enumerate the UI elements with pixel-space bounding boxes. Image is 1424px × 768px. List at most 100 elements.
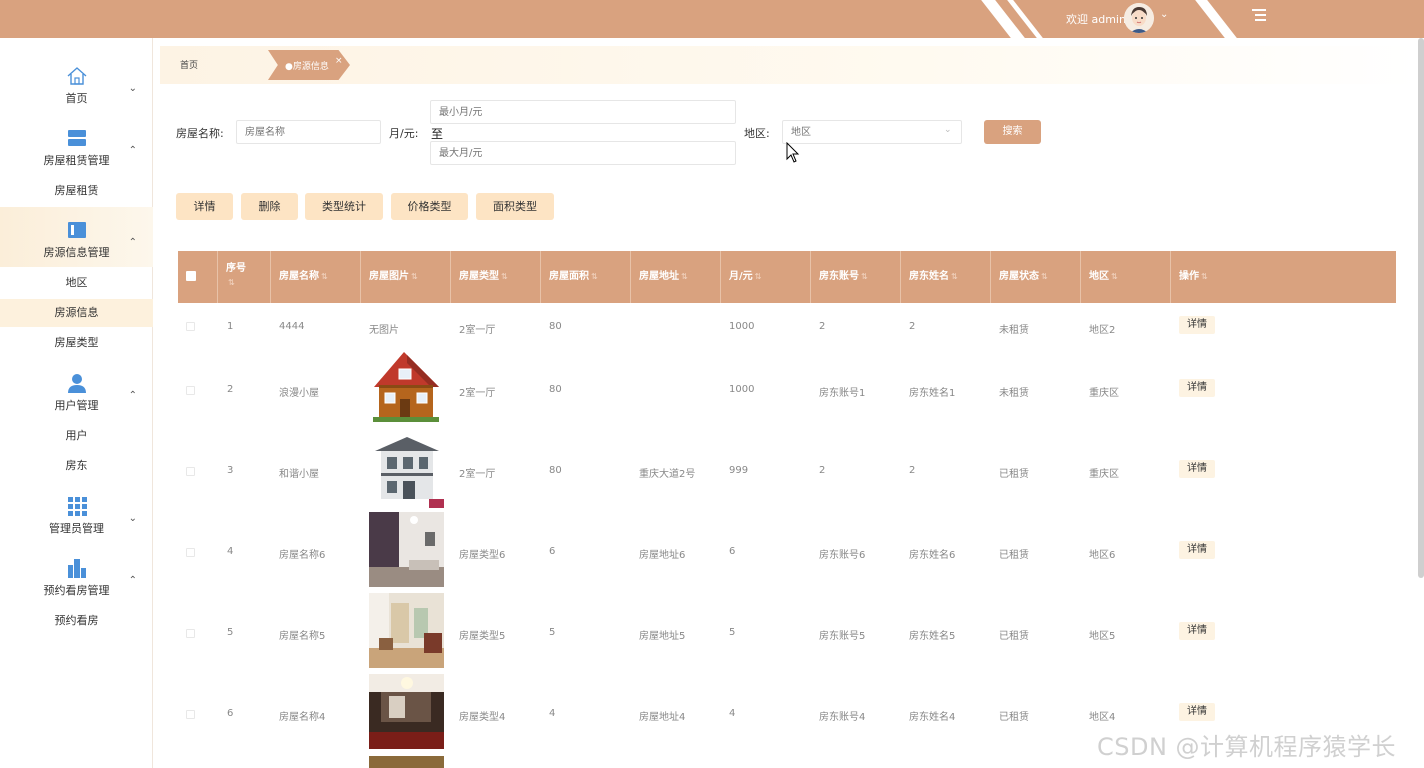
cell-owner: 房东姓名4 [909,712,956,723]
cell-status: 已租赁 [999,469,1029,480]
room-image [369,593,444,668]
column-header-image[interactable]: 房屋图片 ⇅ [361,251,451,303]
menu-toggle-icon[interactable] [1252,9,1268,23]
chevron-down-icon: ⌄ [128,513,137,524]
sidebar-group-users[interactable]: 用户管理 ⌃ [0,372,153,413]
chevron-up-icon: ⌃ [128,237,137,248]
column-header-action: 操作 ⇅ [1179,271,1208,282]
area-type-button[interactable]: 面积类型 [476,193,554,220]
sidebar-item-rental[interactable]: 房屋租赁 [0,177,153,205]
breadcrumb-current[interactable]: ●房源信息 [285,59,329,72]
row-checkbox[interactable] [186,322,195,331]
cell-type: 房屋类型5 [459,631,506,642]
cell-name: 4444 [279,321,305,332]
row-detail-button[interactable]: 详情 [1179,460,1215,478]
user-icon [67,374,86,393]
column-header-area[interactable]: 房屋面积 ⇅ [541,251,631,303]
close-icon[interactable]: × [335,56,343,66]
cell-type: 房屋类型4 [459,712,506,723]
row-detail-button[interactable]: 详情 [1179,622,1215,640]
min-price-input[interactable] [430,100,736,124]
range-to-label: 至 [431,127,444,141]
cell-area: 80 [549,321,562,332]
column-header-owner[interactable]: 房东姓名 ⇅ [901,251,991,303]
breadcrumb: 首页 ●房源信息 × [160,46,1420,84]
price-label: 月/元: [389,127,419,140]
row-checkbox[interactable] [186,629,195,638]
row-checkbox[interactable] [186,386,195,395]
column-header-price[interactable]: 月/元 ⇅ [721,251,811,303]
sidebar-group-appointments[interactable]: 预约看房管理 ⌃ [0,557,153,598]
sidebar-item-landlord[interactable]: 房东 [0,452,153,480]
sidebar-item-listing-info[interactable]: 房源信息 [0,299,153,327]
column-header-no[interactable]: 序号 ⇅ [218,251,271,303]
detail-button[interactable]: 详情 [176,193,233,220]
sidebar-item-house-type[interactable]: 房屋类型 [0,329,153,357]
cell-type: 2室一厅 [459,325,496,336]
cell-price: 1000 [729,384,755,395]
cell-name: 和谐小屋 [279,469,319,480]
house-name-input[interactable] [236,120,381,144]
panel-icon [67,222,86,238]
search-button[interactable]: 搜索 [984,120,1041,144]
grid-icon [67,497,87,516]
sidebar-group-admin[interactable]: 管理员管理 ⌄ [0,495,153,536]
column-header-region[interactable]: 地区 ⇅ [1081,251,1171,303]
row-detail-button[interactable]: 详情 [1179,316,1215,334]
sidebar-item-region[interactable]: 地区 [0,269,153,297]
cell-type: 2室一厅 [459,388,496,399]
row-detail-button[interactable]: 详情 [1179,703,1215,721]
chevron-down-icon: ⌄ [128,83,137,94]
cell-name: 房屋名称4 [279,712,326,723]
table-row: 4 房屋名称6 房屋类型6 6 房屋地址6 6 房东账号6 房东姓名6 已租赁 … [178,511,1396,592]
column-header-name[interactable]: 房屋名称 ⇅ [271,251,361,303]
column-header-type[interactable]: 房屋类型 ⇅ [451,251,541,303]
type-stats-button[interactable]: 类型统计 [305,193,383,220]
column-header-address[interactable]: 房屋地址 ⇅ [631,251,721,303]
row-detail-button[interactable]: 详情 [1179,379,1215,397]
select-all-cell [178,251,218,303]
sidebar-group-rental[interactable]: 房屋租赁管理 ⌃ [0,127,153,168]
cell-no: 6 [227,708,234,719]
decor-stripe [1195,0,1237,38]
row-checkbox[interactable] [186,710,195,719]
cell-region: 地区6 [1089,550,1116,561]
chevron-up-icon: ⌃ [128,145,137,156]
cell-name: 房屋名称6 [279,550,326,561]
breadcrumb-home[interactable]: 首页 [180,58,198,71]
sidebar-item-appointment[interactable]: 预约看房 [0,607,153,635]
sidebar-item-user[interactable]: 用户 [0,422,153,450]
cell-type: 2室一厅 [459,469,496,480]
row-checkbox[interactable] [186,548,195,557]
cell-area: 4 [549,708,556,719]
sidebar-group-listings[interactable]: 房源信息管理 ⌃ [0,219,153,260]
column-header-status[interactable]: 房屋状态 ⇅ [991,251,1081,303]
cell-price: 6 [729,546,736,557]
cell-address: 房屋地址5 [639,631,686,642]
table-row: 3 和谐小屋 2室一厅 80 重庆大道2号 999 2 2 已租赁 重庆区 详情 [178,430,1396,511]
cell-region: 重庆区 [1089,388,1119,399]
cell-no: 5 [227,627,234,638]
avatar[interactable] [1124,3,1154,33]
select-all-checkbox[interactable] [186,271,196,281]
delete-button[interactable]: 删除 [241,193,298,220]
row-checkbox[interactable] [186,467,195,476]
chevron-down-icon[interactable]: ⌄ [1160,9,1168,20]
cell-owner: 房东姓名1 [909,388,956,399]
chevron-down-icon: ⌄ [944,125,952,135]
scrollbar[interactable] [1418,38,1424,578]
cell-price: 4 [729,708,736,719]
cell-no: 1 [227,321,234,332]
watermark: CSDN @计算机程序猿学长 [1097,733,1397,761]
cell-area: 80 [549,465,562,476]
region-select[interactable] [782,120,962,144]
max-price-input[interactable] [430,141,736,165]
cell-no: 4 [227,546,234,557]
sidebar-group-home[interactable]: 首页 ⌄ [0,65,153,106]
row-detail-button[interactable]: 详情 [1179,541,1215,559]
cell-owner: 2 [909,465,916,476]
price-type-button[interactable]: 价格类型 [391,193,468,220]
cell-type: 房屋类型6 [459,550,506,561]
column-header-account[interactable]: 房东账号 ⇅ [811,251,901,303]
cell-area: 5 [549,627,556,638]
